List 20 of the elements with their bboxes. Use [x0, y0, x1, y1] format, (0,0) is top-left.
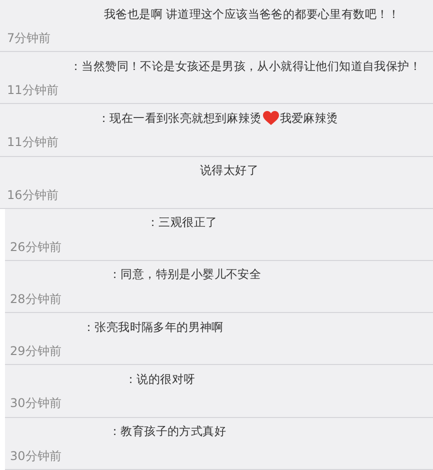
timestamp: 26分钟前	[9, 238, 62, 255]
comment-text: ：说的很对呀	[125, 372, 196, 387]
comment-text: ：现在一看到张亮就想到麻辣烫	[98, 110, 262, 126]
timestamp: 16分钟前	[6, 186, 58, 203]
comment-text: ：当然赞同！不论是女孩还是男孩，从小就得让他们知道自我保护！	[70, 58, 422, 74]
timestamp: 11分钟前	[6, 82, 58, 98]
comment-text: 我爱麻辣烫	[280, 110, 338, 126]
comment-text: ：三观很正了	[147, 215, 218, 230]
timestamp: 7分钟前	[6, 30, 51, 46]
comment-text: 说得太好了	[200, 163, 259, 178]
heart-icon	[262, 110, 279, 126]
timestamp: 29分钟前	[9, 343, 62, 360]
timestamp: 30分钟前	[9, 395, 62, 412]
timestamp: 28分钟前	[9, 290, 62, 307]
timestamp: 30分钟前	[9, 448, 62, 464]
comment-text: ：同意，特别是小婴儿不安全	[109, 267, 262, 282]
comment-text: ：教育孩子的方式真好	[109, 424, 226, 439]
comment-text: ：张亮我时隔多年的男神啊	[83, 320, 224, 335]
timestamp: 11分钟前	[6, 134, 58, 150]
comment-text: 我爸也是啊 讲道理这个应该当爸爸的都要心里有数吧！！	[104, 6, 400, 22]
